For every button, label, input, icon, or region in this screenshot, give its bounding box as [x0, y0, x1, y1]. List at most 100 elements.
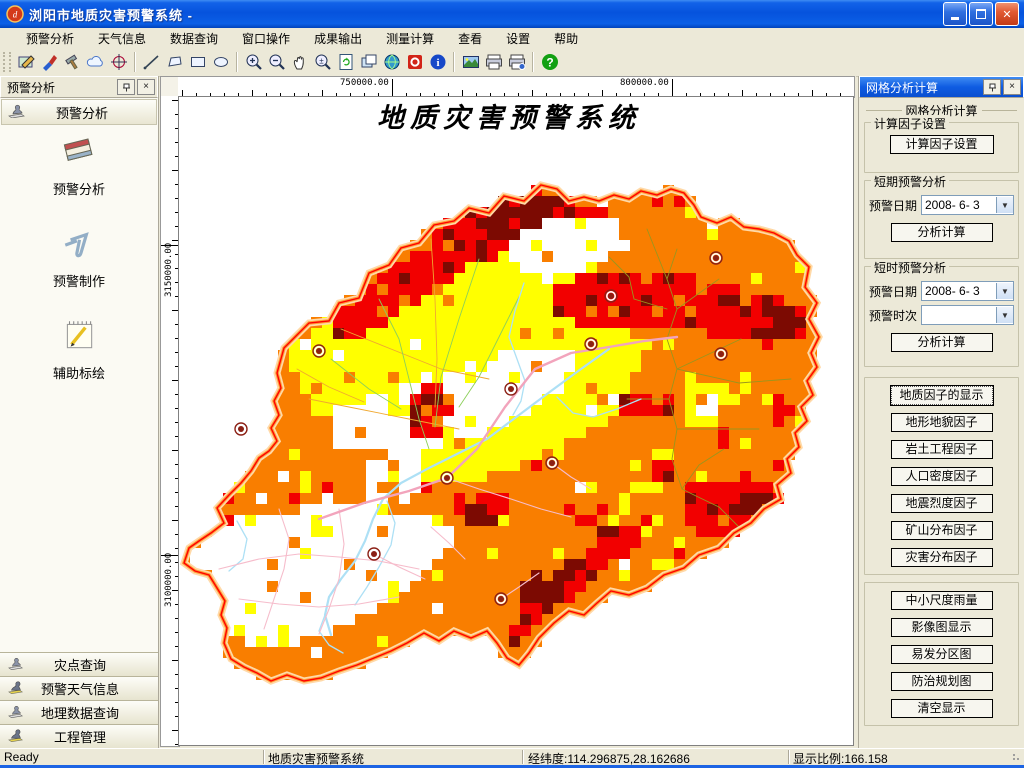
warning-time-combobox[interactable]: ▼	[921, 305, 1014, 325]
minimize-button[interactable]	[943, 2, 967, 26]
close-icon[interactable]: ×	[137, 79, 155, 95]
stamp-icon	[8, 657, 24, 673]
chevron-down-icon[interactable]: ▼	[996, 197, 1013, 213]
grid-analysis-panel: 网格分析计算 计算因子设置 计算因子设置 短期预警分析 预警日期 2008- 6…	[859, 98, 1024, 735]
calc-factor-settings-button[interactable]: 计算因子设置	[889, 135, 994, 154]
close-button[interactable]: ✕	[995, 2, 1019, 26]
sidebar-section-4[interactable]: 工程管理	[0, 724, 158, 748]
toolbar-polygon-button[interactable]	[163, 51, 186, 74]
tool-item-label: 辅助标绘	[52, 366, 105, 381]
notepad-icon	[59, 316, 99, 359]
toolbar-info-button[interactable]: i	[426, 51, 449, 74]
short-time-analyze-button[interactable]: 分析计算	[890, 333, 993, 352]
town-marker	[504, 382, 518, 396]
map-title: 地质灾害预警系统	[377, 103, 641, 134]
menu-item-8[interactable]: 设置	[494, 28, 542, 49]
pin-icon[interactable]	[983, 79, 1001, 95]
factor-button-1[interactable]: 地质因子的显示	[890, 386, 993, 405]
status-item-1: Ready	[4, 750, 39, 764]
toolbar-pan-button[interactable]	[288, 51, 311, 74]
pen-tool-icon	[59, 224, 99, 267]
chevron-down-icon[interactable]: ▼	[996, 283, 1013, 299]
toolbar-layers-button[interactable]	[357, 51, 380, 74]
menu-item-7[interactable]: 查看	[446, 28, 494, 49]
tool-list: 预警分析预警制作辅助标绘	[0, 126, 158, 652]
short-term-group: 短期预警分析 预警日期 2008- 6- 3 ▼ 分析计算	[864, 173, 1019, 259]
toolbar-print-setup-button[interactable]	[505, 51, 528, 74]
factor-button-5[interactable]: 地震烈度因子	[890, 494, 993, 513]
sidebar-section-2[interactable]: 预警天气信息	[0, 676, 158, 700]
display-button-3[interactable]: 易发分区图	[890, 645, 993, 664]
ruler-y-label: 3150000.00	[164, 242, 174, 297]
left-panel: 预警分析 × 预警分析 预警分析预警制作辅助标绘 灾点查询 预警天气信息 地理数据查…	[0, 76, 159, 748]
left-panel-title: 预警分析	[7, 80, 56, 95]
factor-button-7[interactable]: 灾害分布因子	[890, 548, 993, 567]
toolbar-map-edit-button[interactable]	[15, 51, 38, 74]
vertical-ruler: 3150000.00 3100000.00	[160, 96, 180, 747]
sidebar-section-1[interactable]: 灾点查询	[0, 652, 158, 676]
right-panel-title: 网格分析计算	[866, 80, 939, 95]
chevron-down-icon[interactable]: ▼	[996, 307, 1013, 323]
toolbar-grip	[3, 52, 11, 72]
short-term-analyze-button[interactable]: 分析计算	[890, 223, 993, 242]
resize-grip[interactable]	[1012, 753, 1022, 763]
toolbar-line-button[interactable]	[140, 51, 163, 74]
toolbar-zoom-in-button[interactable]	[242, 51, 265, 74]
warning-time-label: 预警时次	[869, 308, 918, 323]
warning-date-combobox-2[interactable]: 2008- 6- 3 ▼	[921, 281, 1014, 301]
toolbar-separator	[134, 52, 136, 72]
warning-date-label: 预警日期	[869, 284, 918, 299]
toolbar-image-display-button[interactable]	[459, 51, 482, 74]
town-marker	[494, 592, 508, 606]
toolbar-separator	[532, 52, 534, 72]
toolbar-ellipse-button[interactable]	[209, 51, 232, 74]
factor-button-2[interactable]: 地形地貌因子	[890, 413, 993, 432]
tool-item-book[interactable]: 预警分析	[0, 132, 158, 198]
menu-item-3[interactable]: 数据查询	[158, 28, 230, 49]
close-icon[interactable]: ×	[1003, 79, 1021, 95]
toolbar-zoom-extent-button[interactable]: ±	[311, 51, 334, 74]
toolbar-refresh-button[interactable]	[334, 51, 357, 74]
sidebar-section-3[interactable]: 地理数据查询	[0, 700, 158, 724]
horizontal-ruler: 750000.00 800000.00	[178, 76, 855, 98]
map-canvas[interactable]: 地质灾害预警系统	[178, 96, 854, 746]
tool-item-pen-tool[interactable]: 预警制作	[0, 224, 158, 290]
factor-button-4[interactable]: 人口密度因子	[890, 467, 993, 486]
sidebar-section-label: 工程管理	[53, 730, 106, 745]
warning-date-combobox[interactable]: 2008- 6- 3 ▼	[921, 195, 1014, 215]
toolbar-zoom-out-button[interactable]	[265, 51, 288, 74]
restore-button[interactable]	[969, 2, 993, 26]
factor-buttons-group: 地质因子的显示 地形地貌因子 岩土工程因子 人口密度因子 地震烈度因子 矿山分布因子 灾害分…	[864, 377, 1019, 575]
menu-item-5[interactable]: 成果输出	[302, 28, 374, 49]
menu-item-1[interactable]: 预警分析	[14, 28, 86, 49]
right-panel-titlebar: 网格分析计算 ×	[859, 76, 1024, 98]
tool-item-notepad[interactable]: 辅助标绘	[0, 316, 158, 382]
menu-item-6[interactable]: 测量计算	[374, 28, 446, 49]
toolbar-paint-button[interactable]	[38, 51, 61, 74]
town-marker	[234, 422, 248, 436]
svg-text:±: ±	[319, 57, 324, 66]
factor-button-6[interactable]: 矿山分布因子	[890, 521, 993, 540]
display-button-1[interactable]: 中小尺度雨量	[890, 591, 993, 610]
display-button-2[interactable]: 影像图显示	[890, 618, 993, 637]
toolbar-help-button[interactable]: ?	[538, 51, 561, 74]
toolbar-hammer-button[interactable]	[61, 51, 84, 74]
toolbar-crosshair-button[interactable]	[107, 51, 130, 74]
town-marker	[367, 547, 381, 561]
toolbar-stop-button[interactable]	[403, 51, 426, 74]
menu-item-2[interactable]: 天气信息	[86, 28, 158, 49]
menu-item-4[interactable]: 窗口操作	[230, 28, 302, 49]
display-button-5[interactable]: 清空显示	[890, 699, 993, 718]
display-button-4[interactable]: 防治规划图	[890, 672, 993, 691]
left-panel-header[interactable]: 预警分析	[1, 99, 157, 125]
town-marker	[440, 471, 454, 485]
toolbar-globe-button[interactable]	[380, 51, 403, 74]
town-marker	[714, 347, 728, 361]
toolbar-print-button[interactable]	[482, 51, 505, 74]
toolbar-cloud-button[interactable]	[84, 51, 107, 74]
menu-item-9[interactable]: 帮助	[542, 28, 590, 49]
factor-button-3[interactable]: 岩土工程因子	[890, 440, 993, 459]
toolbar-rectangle-button[interactable]	[186, 51, 209, 74]
pin-icon[interactable]	[117, 79, 135, 95]
ruler-x-label: 750000.00	[340, 78, 389, 88]
